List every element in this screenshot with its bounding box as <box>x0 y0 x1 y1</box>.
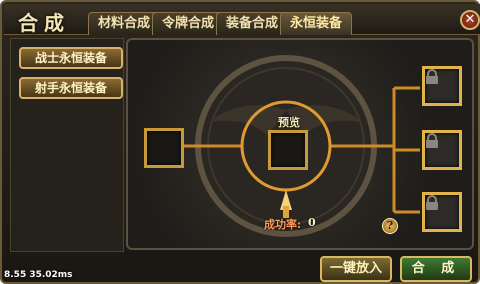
lock-icon <box>426 195 438 210</box>
tab-eternal-equipment[interactable]: 永恒装备 <box>280 12 352 35</box>
lock-icon <box>426 69 438 84</box>
synthesize-button[interactable]: 合 成 <box>400 256 472 282</box>
synthesis-window: 合成 材料合成 令牌合成 装备合成 永恒装备 ✕ 战士永恒装备 射手永恒装备 预… <box>0 0 480 284</box>
synthesis-stage: 预览 成功率: 0 <box>126 38 474 250</box>
preview-label: 预览 <box>278 116 300 129</box>
output-slot-1[interactable] <box>422 66 462 106</box>
title-bar: 合成 材料合成 令牌合成 装备合成 永恒装备 ✕ <box>4 4 480 35</box>
lock-icon <box>426 133 438 148</box>
tab-equipment-synthesis[interactable]: 装备合成 <box>216 12 288 35</box>
close-icon[interactable]: ✕ <box>460 10 480 30</box>
fps-counter: 8.55 35.02ms <box>4 270 73 280</box>
input-slot[interactable] <box>144 128 184 168</box>
preview-slot <box>268 130 308 170</box>
category-sidebar: 战士永恒装备 射手永恒装备 <box>10 38 124 252</box>
tab-token-synthesis[interactable]: 令牌合成 <box>152 12 224 35</box>
window-title: 合成 <box>18 11 70 35</box>
success-rate-label: 成功率: <box>264 218 302 231</box>
success-rate-value: 0 <box>308 216 316 229</box>
one-key-insert-button[interactable]: 一键放入 <box>320 256 392 282</box>
output-slot-2[interactable] <box>422 130 462 170</box>
help-icon[interactable]: ? <box>382 218 398 234</box>
tab-material-synthesis[interactable]: 材料合成 <box>88 12 160 35</box>
sidebar-item-archer-eternal[interactable]: 射手永恒装备 <box>19 77 123 99</box>
sidebar-item-warrior-eternal[interactable]: 战士永恒装备 <box>19 47 123 69</box>
output-slot-3[interactable] <box>422 192 462 232</box>
